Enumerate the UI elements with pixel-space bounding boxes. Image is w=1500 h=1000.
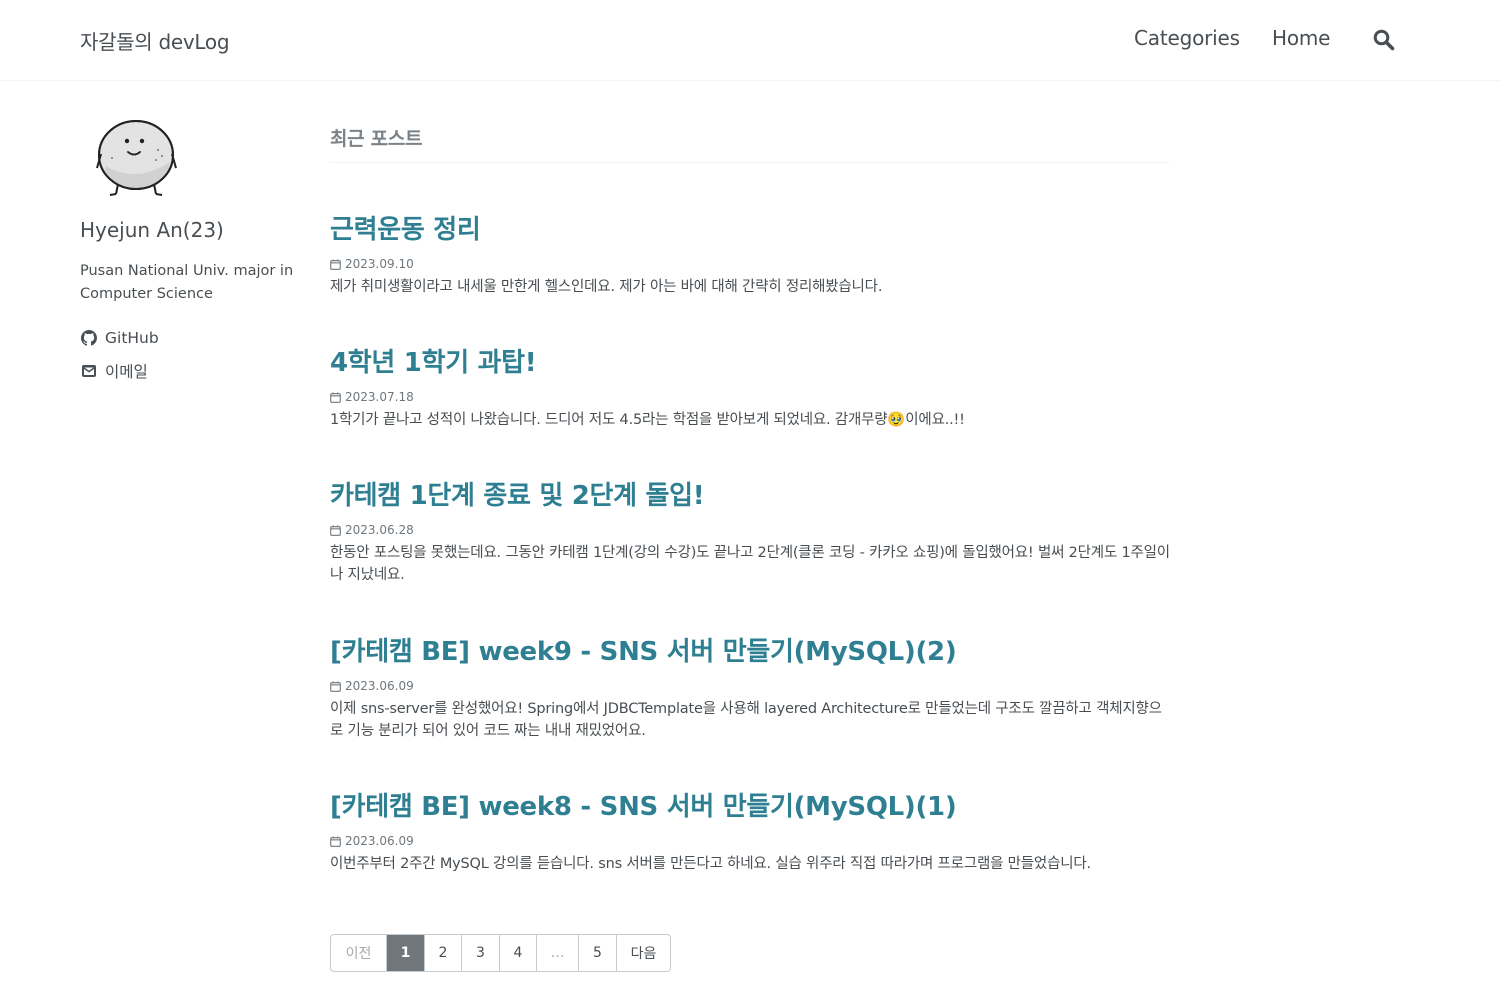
nav-categories[interactable]: Categories bbox=[1134, 26, 1240, 50]
post-excerpt: 1학기가 끝나고 성적이 나왔습니다. 드디어 저도 4.5라는 학점을 받아보… bbox=[330, 412, 965, 428]
post-title[interactable]: [카테캠 BE] week8 - SNS 서버 만들기(MySQL)(1) bbox=[330, 791, 1170, 823]
calendar-icon bbox=[330, 258, 341, 270]
page-3[interactable]: 3 bbox=[461, 935, 499, 971]
post-item: [카테캠 BE] week9 - SNS 서버 만들기(MySQL)(2) 20… bbox=[330, 636, 1170, 742]
author-bio: Pusan National Univ. major in Computer S… bbox=[80, 263, 294, 302]
pagination-prev: 이전 bbox=[345, 946, 372, 962]
post-date-text: 2023.07.18 bbox=[345, 390, 414, 404]
post-date: 2023.07.18 bbox=[330, 390, 1170, 404]
calendar-icon bbox=[330, 835, 341, 847]
email-label: 이메일 bbox=[105, 363, 148, 381]
envelope-icon bbox=[82, 365, 96, 377]
pagination-next[interactable]: 다음 bbox=[616, 935, 670, 971]
post-excerpt: 이제 sns-server를 완성했어요! Spring에서 JDBCTempl… bbox=[330, 701, 1162, 739]
post-date: 2023.06.09 bbox=[330, 679, 1170, 693]
post-item: 카테캠 1단계 종료 및 2단계 돌입! 2023.06.28 한동안 포스팅을… bbox=[330, 480, 1170, 586]
post-date: 2023.06.09 bbox=[330, 834, 1170, 848]
page-2[interactable]: 2 bbox=[424, 935, 461, 971]
post-date-text: 2023.06.09 bbox=[345, 834, 414, 848]
post-item: 4학년 1학기 과탑! 2023.07.18 1학기가 끝나고 성적이 나왔습니… bbox=[330, 347, 1170, 431]
recent-posts-heading: 최근 포스트 bbox=[330, 124, 1170, 163]
post-item: 근력운동 정리 2023.09.10 제가 취미생활이라고 내세울 만한게 헬스… bbox=[330, 214, 1170, 298]
page-5[interactable]: 5 bbox=[578, 935, 616, 971]
post-date: 2023.06.28 bbox=[330, 523, 1170, 537]
page-ellipsis: … bbox=[536, 935, 578, 971]
post-date-text: 2023.06.09 bbox=[345, 679, 414, 693]
page-1[interactable]: 1 bbox=[386, 935, 424, 971]
github-label: GitHub bbox=[105, 329, 159, 347]
page-4[interactable]: 4 bbox=[499, 935, 536, 971]
post-title[interactable]: 카테캠 1단계 종료 및 2단계 돌입! bbox=[330, 480, 1170, 512]
search-icon bbox=[1373, 29, 1395, 51]
calendar-icon bbox=[330, 680, 341, 692]
calendar-icon bbox=[330, 524, 341, 536]
author-name: Hyejun An(23) bbox=[80, 218, 224, 242]
search-button[interactable] bbox=[1372, 28, 1398, 54]
site-title[interactable]: 자갈돌의 devLog bbox=[80, 26, 230, 55]
pagination: 이전 1 2 3 4 … 5 다음 bbox=[330, 934, 671, 972]
masthead: 자갈돌의 devLog Categories Home bbox=[0, 0, 1500, 81]
pebble-avatar bbox=[96, 120, 177, 196]
github-icon bbox=[81, 330, 97, 346]
email-link[interactable]: 이메일 bbox=[80, 359, 148, 383]
github-link[interactable]: GitHub bbox=[80, 326, 159, 350]
calendar-icon bbox=[330, 391, 341, 403]
post-date-text: 2023.09.10 bbox=[345, 257, 414, 271]
post-title[interactable]: 4학년 1학기 과탑! bbox=[330, 347, 1170, 379]
post-excerpt: 한동안 포스팅을 못했는데요. 그동안 카테캠 1단계(강의 수강)도 끝나고 … bbox=[330, 545, 1170, 583]
post-excerpt: 제가 취미생활이라고 내세울 만한게 헬스인데요. 제가 아는 바에 대해 간략… bbox=[330, 279, 883, 295]
post-item: [카테캠 BE] week8 - SNS 서버 만들기(MySQL)(1) 20… bbox=[330, 791, 1170, 875]
post-date-text: 2023.06.28 bbox=[345, 523, 414, 537]
post-title[interactable]: 근력운동 정리 bbox=[330, 214, 1170, 246]
post-title[interactable]: [카테캠 BE] week9 - SNS 서버 만들기(MySQL)(2) bbox=[330, 636, 1170, 668]
nav-home[interactable]: Home bbox=[1272, 26, 1330, 50]
post-excerpt: 이번주부터 2주간 MySQL 강의를 듣습니다. sns 서버를 만든다고 하… bbox=[330, 856, 1091, 872]
post-date: 2023.09.10 bbox=[330, 257, 1170, 271]
